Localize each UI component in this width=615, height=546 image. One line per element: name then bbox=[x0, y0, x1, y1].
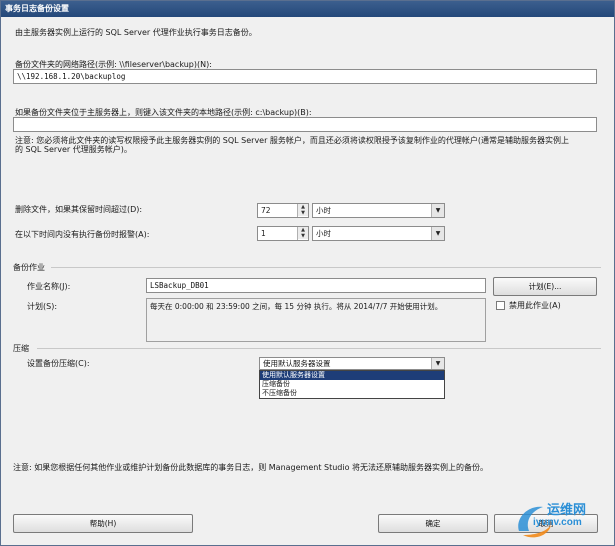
delete-files-value: 72 bbox=[261, 206, 271, 215]
spin-down-icon[interactable]: ▼ bbox=[298, 210, 308, 216]
window-title: 事务日志备份设置 bbox=[1, 1, 614, 17]
delete-files-unit-select[interactable]: 小时 ▼ bbox=[312, 203, 445, 218]
help-button[interactable]: 帮助(H) bbox=[13, 514, 193, 533]
schedule-button[interactable]: 计划(E)... bbox=[493, 277, 597, 296]
watermark-text-cn: 运维网 bbox=[547, 503, 587, 518]
disable-job-label: 禁用此作业(A) bbox=[509, 301, 561, 310]
watermark-logo: 运维网 iyunv.com bbox=[509, 497, 609, 543]
compression-dropdown-list[interactable]: 使用默认服务器设置 压缩备份 不压缩备份 bbox=[259, 370, 445, 399]
spin-buttons[interactable]: ▲ ▼ bbox=[297, 227, 308, 240]
watermark-text-en: iyunv.com bbox=[533, 517, 582, 528]
alert-value: 1 bbox=[261, 229, 266, 238]
compression-option-no-compress[interactable]: 不压缩备份 bbox=[260, 389, 444, 398]
alert-unit-select[interactable]: 小时 ▼ bbox=[312, 226, 445, 241]
spin-down-icon[interactable]: ▼ bbox=[298, 233, 308, 239]
chevron-down-icon[interactable]: ▼ bbox=[431, 204, 444, 217]
chevron-down-icon[interactable]: ▼ bbox=[431, 358, 444, 369]
compression-select[interactable]: 使用默认服务器设置 ▼ bbox=[259, 357, 445, 370]
section-divider bbox=[37, 348, 601, 349]
disable-job-checkbox[interactable] bbox=[496, 301, 505, 310]
compression-option-default[interactable]: 使用默认服务器设置 bbox=[260, 371, 444, 380]
compression-section-label: 压缩 bbox=[13, 344, 29, 353]
job-name-label: 作业名称(J): bbox=[27, 282, 71, 291]
log-backup-settings-dialog: 事务日志备份设置 由主服务器实例上运行的 SQL Server 代理作业执行事务… bbox=[0, 0, 615, 546]
section-divider bbox=[51, 267, 601, 268]
delete-files-unit-value: 小时 bbox=[316, 206, 331, 215]
permission-note-line2: 的 SQL Server 代理服务帐户)。 bbox=[15, 145, 132, 154]
job-name-input[interactable]: LSBackup_DB01 bbox=[146, 278, 486, 293]
network-path-input[interactable]: \\192.168.1.20\backuplog bbox=[13, 69, 597, 84]
alert-spinner[interactable]: 1 ▲ ▼ bbox=[257, 226, 309, 241]
delete-files-label: 删除文件，如果其保留时间超过(D): bbox=[15, 205, 143, 214]
spin-buttons[interactable]: ▲ ▼ bbox=[297, 204, 308, 217]
compression-label: 设置备份压缩(C): bbox=[27, 359, 90, 368]
footer-note: 注意: 如果您根据任何其他作业或维护计划备份此数据库的事务日志，则 Manage… bbox=[13, 463, 489, 472]
intro-text: 由主服务器实例上运行的 SQL Server 代理作业执行事务日志备份。 bbox=[15, 28, 257, 37]
alert-unit-value: 小时 bbox=[316, 229, 331, 238]
compression-selected-value: 使用默认服务器设置 bbox=[263, 359, 331, 368]
compression-option-compress[interactable]: 压缩备份 bbox=[260, 380, 444, 389]
chevron-down-icon[interactable]: ▼ bbox=[431, 227, 444, 240]
backup-job-section-label: 备份作业 bbox=[13, 263, 45, 272]
ok-button[interactable]: 确定 bbox=[378, 514, 488, 533]
local-path-input[interactable] bbox=[13, 117, 597, 132]
delete-files-spinner[interactable]: 72 ▲ ▼ bbox=[257, 203, 309, 218]
schedule-label: 计划(S): bbox=[27, 302, 58, 311]
schedule-description: 每天在 0:00:00 和 23:59:00 之间，每 15 分钟 执行。将从 … bbox=[146, 298, 486, 342]
alert-label: 在以下时间内没有执行备份时报警(A): bbox=[15, 230, 150, 239]
